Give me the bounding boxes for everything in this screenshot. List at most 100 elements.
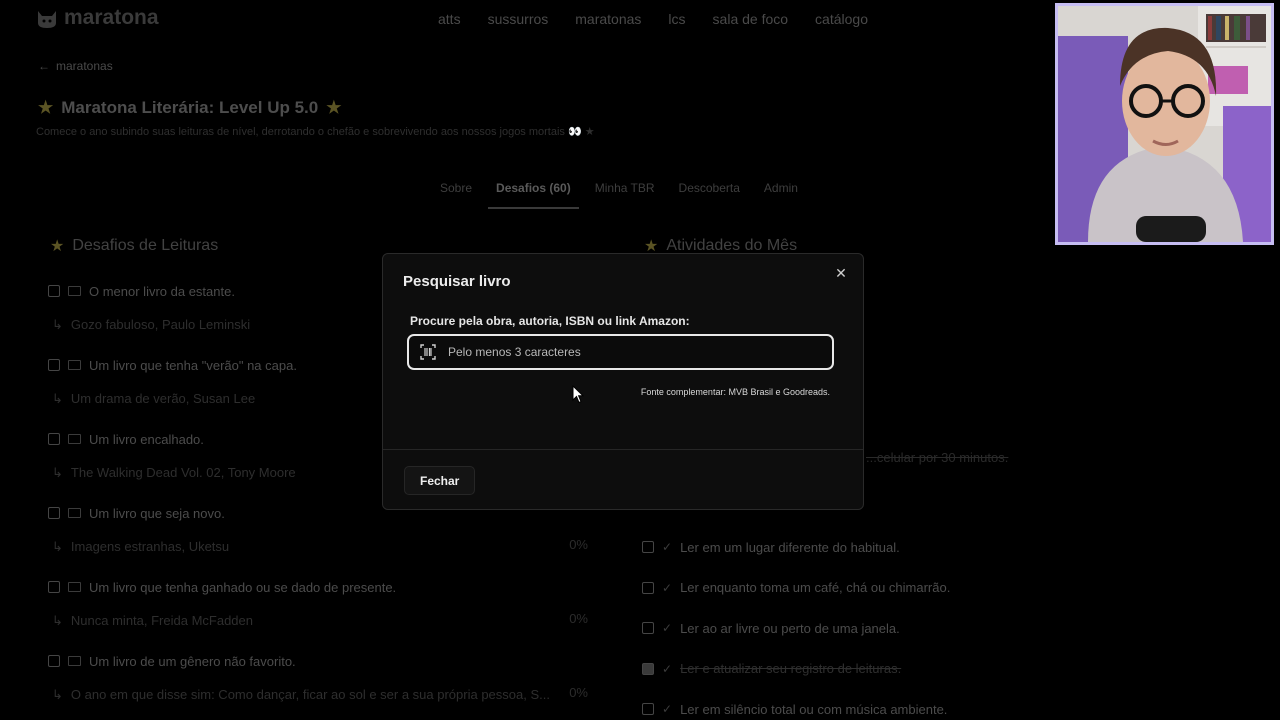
close-icon[interactable]: ✕ bbox=[833, 265, 849, 281]
nav-item-sala-de-foco[interactable]: sala de foco bbox=[713, 11, 789, 27]
checkbox[interactable] bbox=[48, 581, 60, 593]
reply-arrow-icon: ↳ bbox=[52, 391, 63, 406]
webcam-person-image bbox=[1058, 6, 1271, 242]
check-icon: ✓ bbox=[662, 702, 673, 717]
check-icon: ✓ bbox=[662, 580, 673, 595]
breadcrumb-label: maratonas bbox=[56, 59, 113, 73]
challenge-book[interactable]: ↳ Gozo fabuloso, Paulo Leminski bbox=[52, 317, 250, 333]
tab-sobre[interactable]: Sobre bbox=[440, 181, 472, 209]
progress-percent: 0% bbox=[569, 537, 588, 552]
close-button[interactable]: Fechar bbox=[404, 466, 476, 495]
activity-label: Ler em silêncio total ou com música ambi… bbox=[680, 701, 948, 717]
challenge-book[interactable]: ↳ Nunca minta, Freida McFadden bbox=[52, 613, 253, 629]
challenge-item: Um livro que seja novo. ↳ Imagens estranh… bbox=[48, 503, 598, 577]
section-heading-desafios: ★ Desafios de Leituras bbox=[50, 236, 218, 256]
activity-label: Ler e atualizar seu registro de leituras… bbox=[680, 661, 902, 677]
checkbox[interactable] bbox=[642, 622, 654, 635]
nav-item-maratonas[interactable]: maratonas bbox=[575, 11, 641, 27]
book-title: O ano em que disse sim: Como dançar, fic… bbox=[70, 687, 550, 702]
reply-arrow-icon: ↳ bbox=[52, 539, 63, 554]
challenge-item: Um livro de um gênero não favorito. ↳ O a… bbox=[48, 651, 598, 720]
challenge-item: Um livro que tenha ganhado ou se dado de… bbox=[48, 577, 598, 651]
tab-bar: Sobre Desafios (60) Minha TBR Descoberta… bbox=[440, 181, 822, 209]
reply-arrow-icon: ↳ bbox=[52, 687, 63, 702]
webcam-overlay bbox=[1055, 3, 1274, 245]
activity-item: ✓ Ler em silêncio total ou com música amb… bbox=[642, 689, 1042, 720]
activity-label: Ler em um lugar diferente do habitual. bbox=[680, 539, 900, 555]
book-icon bbox=[68, 656, 81, 666]
progress-percent: 0% bbox=[569, 685, 588, 700]
brand-name: maratona bbox=[64, 6, 159, 29]
checkbox[interactable] bbox=[642, 703, 654, 716]
checkbox[interactable] bbox=[48, 285, 60, 297]
nav-item-lcs[interactable]: lcs bbox=[668, 11, 685, 27]
reply-arrow-icon: ↳ bbox=[52, 613, 63, 628]
checkbox[interactable] bbox=[642, 541, 654, 554]
checkbox[interactable] bbox=[48, 433, 60, 445]
book-icon bbox=[68, 360, 81, 370]
barcode-scan-icon[interactable] bbox=[420, 344, 436, 360]
star-icon: ★ bbox=[326, 98, 342, 117]
check-icon: ✓ bbox=[662, 621, 673, 636]
checkbox[interactable] bbox=[48, 359, 60, 371]
challenge-book[interactable]: ↳ The Walking Dead Vol. 02, Tony Moore bbox=[52, 465, 296, 481]
cat-logo-icon bbox=[38, 11, 56, 28]
activity-item: ✓ Ler ao ar livre ou perto de uma janela. bbox=[642, 608, 1042, 649]
challenge-label: Um livro de um gênero não favorito. bbox=[89, 653, 296, 669]
reply-arrow-icon: ↳ bbox=[52, 465, 63, 480]
check-icon: ✓ bbox=[662, 540, 673, 555]
challenge-label: O menor livro da estante. bbox=[89, 283, 235, 299]
modal-divider bbox=[383, 449, 863, 450]
book-icon bbox=[68, 286, 81, 296]
book-title: Gozo fabuloso, Paulo Leminski bbox=[70, 317, 251, 332]
nav-item-catalogo[interactable]: catálogo bbox=[815, 11, 868, 27]
activity-item: ✓ Ler enquanto toma um café, chá ou chima… bbox=[642, 568, 1042, 609]
nav-item-atts[interactable]: atts bbox=[438, 11, 461, 27]
activity-list: ✓ Ler em um lugar diferente do habitual. … bbox=[642, 527, 1042, 720]
activity-item: ✓ Ler e atualizar seu registro de leitura… bbox=[642, 649, 1042, 690]
book-icon bbox=[68, 508, 81, 518]
nav-item-sussurros[interactable]: sussurros bbox=[488, 11, 549, 27]
challenge-label: Um livro que seja novo. bbox=[89, 505, 225, 521]
tab-desafios[interactable]: Desafios (60) bbox=[488, 181, 579, 209]
search-label: Procure pela obra, autoria, ISBN ou link… bbox=[410, 314, 690, 328]
star-icon: ★ bbox=[50, 238, 65, 255]
tab-minha-tbr[interactable]: Minha TBR bbox=[595, 181, 655, 209]
breadcrumb[interactable]: ← maratonas bbox=[38, 59, 113, 73]
tab-descoberta[interactable]: Descoberta bbox=[679, 181, 740, 209]
activity-partial-text: ...celular por 30 minutos. bbox=[866, 450, 1009, 465]
book-title: The Walking Dead Vol. 02, Tony Moore bbox=[70, 465, 296, 480]
brand-logo[interactable]: maratona bbox=[36, 6, 159, 30]
reply-arrow-icon: ↳ bbox=[52, 317, 63, 332]
search-book-modal: Pesquisar livro ✕ Procure pela obra, aut… bbox=[382, 253, 864, 510]
search-input[interactable] bbox=[448, 345, 788, 359]
book-title: Nunca minta, Freida McFadden bbox=[70, 613, 253, 628]
page-title: ★ Maratona Literária: Level Up 5.0 ★ bbox=[38, 98, 341, 118]
check-icon: ✓ bbox=[662, 661, 673, 676]
section-heading-text: Desafios de Leituras bbox=[72, 237, 219, 254]
checkbox[interactable] bbox=[48, 507, 60, 519]
challenge-label: Um livro que tenha "verão" na capa. bbox=[89, 357, 297, 373]
arrow-left-icon: ← bbox=[38, 59, 50, 73]
challenge-book[interactable]: ↳ Um drama de verão, Susan Lee bbox=[52, 391, 255, 407]
book-icon bbox=[68, 434, 81, 444]
book-title: Um drama de verão, Susan Lee bbox=[70, 391, 256, 406]
challenge-book[interactable]: ↳ Imagens estranhas, Uketsu bbox=[52, 539, 229, 555]
checkbox[interactable] bbox=[48, 655, 60, 667]
challenge-book[interactable]: ↳ O ano em que disse sim: Como dançar, fi… bbox=[52, 687, 550, 703]
book-icon bbox=[68, 582, 81, 592]
checkbox-checked[interactable] bbox=[642, 662, 654, 675]
top-nav: atts sussurros maratonas lcs sala de foc… bbox=[438, 11, 895, 27]
page-subtitle: Comece o ano subindo suas leituras de ní… bbox=[36, 126, 595, 138]
page-title-text: Maratona Literária: Level Up 5.0 bbox=[61, 98, 319, 117]
tab-admin[interactable]: Admin bbox=[764, 181, 798, 209]
activity-label: Ler ao ar livre ou perto de uma janela. bbox=[680, 620, 900, 636]
activity-item: ✓ Ler em um lugar diferente do habitual. bbox=[642, 527, 1042, 568]
search-field[interactable] bbox=[407, 334, 834, 370]
mouse-cursor-icon bbox=[572, 385, 584, 404]
modal-title: Pesquisar livro bbox=[403, 273, 511, 290]
checkbox[interactable] bbox=[642, 581, 654, 594]
activity-label: Ler enquanto toma um café, chá ou chimar… bbox=[680, 580, 951, 596]
progress-percent: 0% bbox=[569, 611, 588, 626]
challenge-label: Um livro encalhado. bbox=[89, 431, 204, 447]
